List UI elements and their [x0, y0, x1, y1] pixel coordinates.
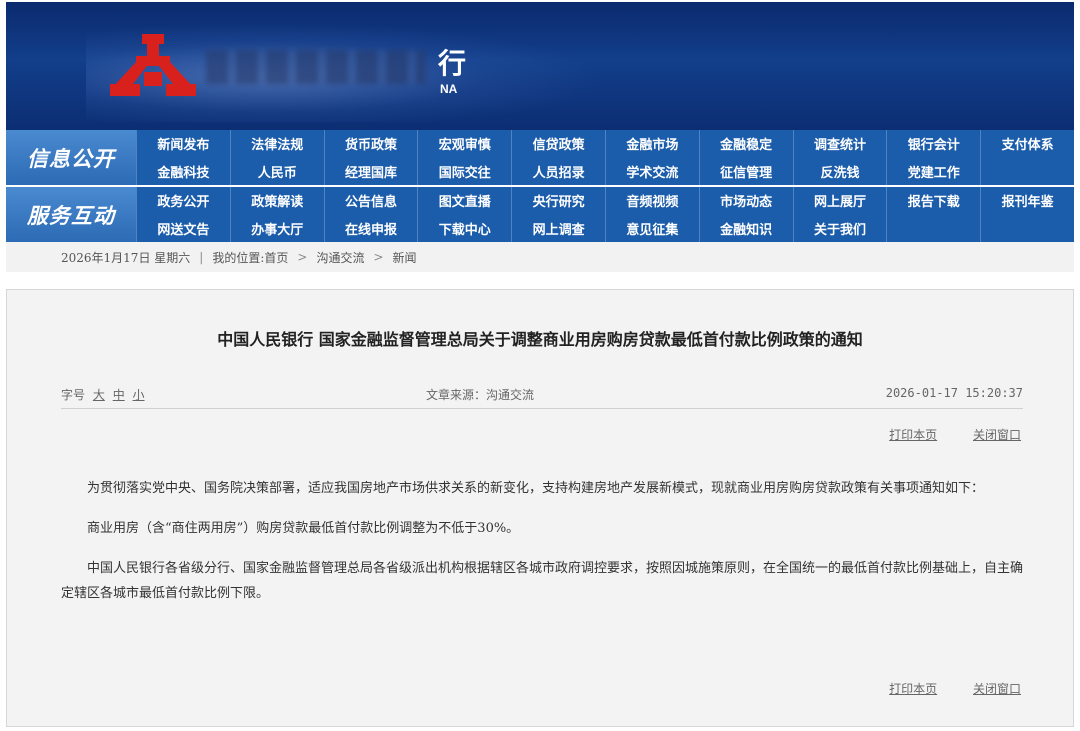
nav-item[interactable]: 网上调查	[511, 214, 605, 242]
article-actions-top: 打印本页 关闭窗口	[857, 426, 1021, 443]
breadcrumb-home-link[interactable]: 首页	[264, 249, 288, 266]
nav-item[interactable]: 政务公开	[136, 187, 230, 214]
nav-group-info: 信息公开 新闻发布 法律法规 货币政策 宏观审慎 信贷政策 金融市场 金融稳定 …	[6, 130, 1074, 185]
article-panel: 中国人民银行 国家金融监督管理总局关于调整商业用房购房贷款最低首付款比例政策的通…	[6, 289, 1074, 727]
nav-items-service: 政务公开 政策解读 公告信息 图文直播 央行研究 音频视频 市场动态 网上展厅 …	[136, 187, 1074, 242]
site-banner: 行 NA	[6, 2, 1074, 130]
nav-item[interactable]: 政策解读	[229, 187, 324, 214]
font-size-label: 字号	[61, 388, 86, 402]
article-title: 中国人民银行 国家金融监督管理总局关于调整商业用房购房贷款最低首付款比例政策的通…	[217, 330, 863, 349]
nav-item[interactable]: 学术交流	[604, 157, 699, 185]
nav-item[interactable]: 征信管理	[698, 157, 793, 185]
banner-bank-char: 行	[438, 47, 467, 80]
nav-item[interactable]: 支付体系	[980, 130, 1074, 157]
print-page-link[interactable]: 打印本页	[889, 428, 937, 442]
font-size-controls: 字号 大 中 小	[61, 386, 145, 403]
print-page-link[interactable]: 打印本页	[889, 682, 937, 696]
breadcrumb-section-link[interactable]: 沟通交流	[316, 249, 364, 266]
nav-item[interactable]: 网送文告	[136, 214, 230, 242]
nav-group-label-info: 信息公开	[6, 130, 136, 185]
nav-item[interactable]: 网上展厅	[792, 187, 887, 214]
breadcrumb-arrow: >	[373, 250, 384, 264]
article-paragraph: 中国人民银行各省级分行、国家金融监督管理总局各省级派出机构根据辖区各城市政府调控…	[61, 561, 1024, 601]
nav-item[interactable]: 下载中心	[417, 214, 511, 242]
article-paragraph: 为贯彻落实党中央、国务院决策部署，适应我国房地产市场供求关系的新变化，支持构建房…	[87, 481, 985, 496]
banner-bank-en: NA	[440, 82, 458, 96]
location-label: 我的位置:	[212, 250, 265, 265]
article-paragraph: 商业用房（含“商住两用房”）购房贷款最低首付款比例调整为不低于30%。	[87, 521, 520, 536]
nav-item[interactable]: 市场动态	[698, 187, 793, 214]
nav-item[interactable]: 人员招录	[511, 157, 605, 185]
nav-item[interactable]: 信贷政策	[511, 130, 605, 157]
article-timestamp: 2026-01-17 15:20:37	[885, 386, 1023, 400]
pboc-logo-icon	[110, 34, 196, 96]
banner-title-blurred	[206, 50, 426, 84]
meta-divider	[61, 408, 1023, 409]
nav-item[interactable]: 报刊年鉴	[980, 187, 1074, 214]
nav-item[interactable]: 宏观审慎	[417, 130, 511, 157]
nav-item[interactable]: 反洗钱	[792, 157, 887, 185]
nav-item[interactable]: 金融知识	[698, 214, 793, 242]
nav-item-empty	[980, 214, 1074, 242]
article-source: 文章来源：沟通交流	[426, 388, 535, 402]
nav-item[interactable]: 人民币	[229, 157, 324, 185]
main-nav: 信息公开 新闻发布 法律法规 货币政策 宏观审慎 信贷政策 金融市场 金融稳定 …	[6, 130, 1074, 242]
nav-item[interactable]: 关于我们	[792, 214, 887, 242]
nav-item[interactable]: 调查统计	[792, 130, 887, 157]
nav-item[interactable]: 在线申报	[323, 214, 418, 242]
nav-group-label-service: 服务互动	[6, 187, 136, 242]
nav-item-empty	[886, 214, 980, 242]
nav-items-info: 新闻发布 法律法规 货币政策 宏观审慎 信贷政策 金融市场 金融稳定 调查统计 …	[136, 130, 1074, 185]
close-window-link[interactable]: 关闭窗口	[973, 428, 1021, 442]
nav-item[interactable]: 党建工作	[886, 157, 980, 185]
nav-item[interactable]: 经理国库	[323, 157, 418, 185]
nav-item[interactable]: 法律法规	[229, 130, 324, 157]
nav-group-service: 服务互动 政务公开 政策解读 公告信息 图文直播 央行研究 音频视频 市场动态 …	[6, 187, 1074, 242]
nav-item[interactable]: 金融科技	[136, 157, 230, 185]
nav-item[interactable]: 音频视频	[604, 187, 699, 214]
nav-item[interactable]: 公告信息	[323, 187, 418, 214]
article-actions-bottom: 打印本页 关闭窗口	[857, 680, 1021, 697]
close-window-link[interactable]: 关闭窗口	[973, 682, 1021, 696]
breadcrumb-divider: |	[199, 250, 204, 264]
font-size-large-link[interactable]: 大	[93, 388, 105, 402]
nav-item[interactable]: 新闻发布	[136, 130, 230, 157]
nav-item[interactable]: 央行研究	[511, 187, 605, 214]
font-size-medium-link[interactable]: 中	[113, 388, 125, 402]
current-date: 2026年1月17日 星期六	[61, 250, 191, 265]
font-size-small-link[interactable]: 小	[133, 388, 145, 402]
nav-item[interactable]: 意见征集	[604, 214, 699, 242]
nav-item[interactable]: 报告下载	[886, 187, 980, 214]
nav-item[interactable]: 国际交往	[417, 157, 511, 185]
nav-item[interactable]: 金融市场	[604, 130, 699, 157]
nav-item[interactable]: 金融稳定	[698, 130, 793, 157]
article-meta: 字号 大 中 小 文章来源：沟通交流 2026-01-17 15:20:37	[61, 386, 1023, 404]
nav-item[interactable]: 银行会计	[886, 130, 980, 157]
nav-item[interactable]: 办事大厅	[229, 214, 324, 242]
nav-item[interactable]: 图文直播	[417, 187, 511, 214]
breadcrumb: 2026年1月17日 星期六 | 我的位置: 首页 > 沟通交流 > 新闻	[6, 242, 1074, 272]
nav-item[interactable]: 货币政策	[323, 130, 418, 157]
breadcrumb-page-link[interactable]: 新闻	[393, 249, 417, 266]
nav-item-empty	[980, 157, 1074, 185]
article-body: 为贯彻落实党中央、国务院决策部署，适应我国房地产市场供求关系的新变化，支持构建房…	[61, 476, 1027, 621]
breadcrumb-arrow: >	[297, 250, 308, 264]
